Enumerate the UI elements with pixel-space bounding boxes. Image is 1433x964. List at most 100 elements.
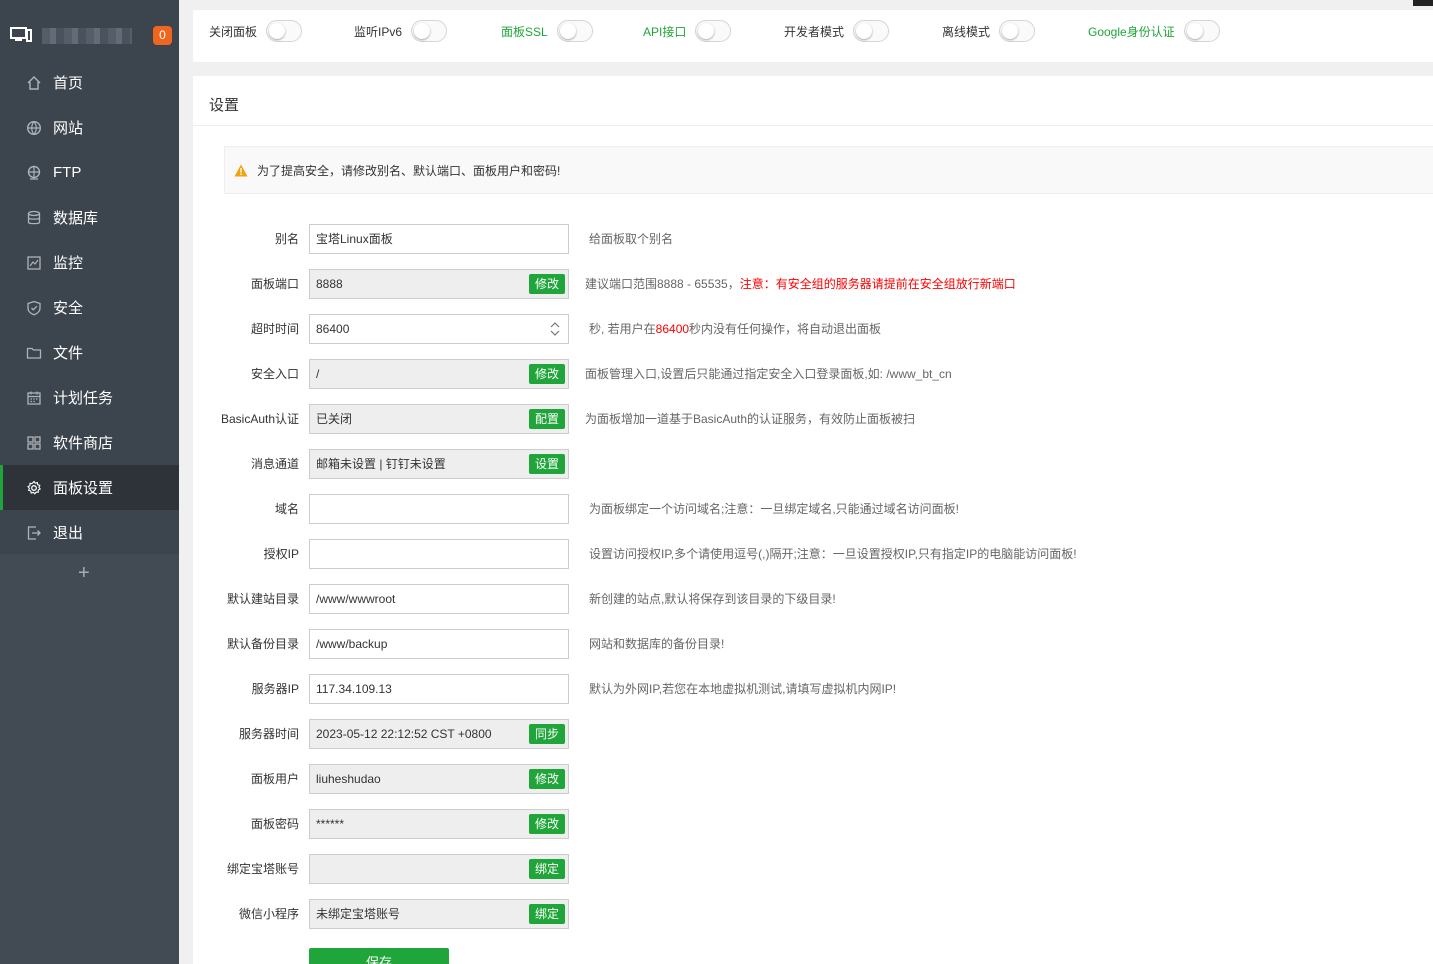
apps-icon [27,435,41,450]
setting-row-password: 面板密码 ****** 修改 [193,809,1433,839]
toggle-label: 关闭面板 [209,24,258,39]
toggle-close-panel[interactable]: 关闭面板 [209,20,303,42]
toggle-switch[interactable] [853,20,890,42]
page-title: 设置 [209,97,240,114]
setting-tip: 默认为外网IP,若您在本地虚拟机测试,请填写虚拟机内网IP! [589,682,897,696]
sidebar-item-home[interactable]: 首页 [0,60,179,105]
setting-label: 面板端口 [250,277,299,291]
toggle-switch[interactable] [266,20,303,42]
sidebar-bottom [0,554,179,964]
toggle-switch[interactable] [695,20,732,42]
toggle-label: Google身份认证 [1088,24,1175,39]
toggle-ssl[interactable]: 面板SSL [501,20,593,42]
setting-tip: 秒, 若用户在86400秒内没有任何操作，将自动退出面板 [589,314,881,344]
bind-account-button[interactable]: 绑定 [529,859,565,879]
toggle-switch[interactable] [999,20,1036,42]
setting-tip: 为面板绑定一个访问域名;注意：一旦绑定域名,只能通过域名访问面板! [589,502,960,516]
setting-label: 别名 [274,232,299,246]
setting-label: 默认建站目录 [226,592,299,606]
sidebar-item-label: FTP [53,164,82,181]
setting-tip: 给面板取个别名 [589,232,674,246]
setting-row-domain: 域名 为面板绑定一个访问域名;注意：一旦绑定域名,只能通过域名访问面板! [193,494,1433,524]
toggle-label: 监听IPv6 [354,24,403,39]
setting-label: 默认备份目录 [226,637,299,651]
toggle-switch[interactable] [556,20,593,42]
setting-row-wechat: 微信小程序 未绑定宝塔账号 绑定 [193,899,1433,929]
sidebar: 0 首页 网站 FTP 数据库 监控 安全 文件 计划任务 软件商店 面板设置 [0,0,179,964]
sidebar-item-logout[interactable]: 退出 [0,510,179,555]
setting-label: 绑定宝塔账号 [226,862,299,876]
setting-row-entry: 安全入口 / 修改 面板管理入口,设置后只能通过指定安全入口登录面板,如: /w… [193,359,1433,389]
sidebar-item-label: 计划任务 [53,390,114,407]
sidebar-item-cron[interactable]: 计划任务 [0,375,179,420]
setting-label: BasicAuth认证 [220,412,299,426]
sidebar-item-store[interactable]: 软件商店 [0,420,179,465]
shield-icon [27,300,41,315]
calendar-icon [27,391,41,405]
setting-row-message: 消息通道 邮箱未设置 | 钉钉未设置 设置 [193,449,1433,479]
sidebar-item-monitor[interactable]: 监控 [0,240,179,285]
toggle-label: 开发者模式 [784,24,845,39]
setting-row-site-dir: 默认建站目录 /www/wwwroot 新创建的站点,默认将保存到该目录的下级目… [193,584,1433,614]
sidebar-item-website[interactable]: 网站 [0,105,179,150]
monitor-chart-icon [27,255,41,270]
modify-port-button[interactable]: 修改 [529,274,565,294]
toggle-google-auth[interactable]: Google身份认证 [1088,20,1220,42]
toggle-dev-mode[interactable]: 开发者模式 [784,20,890,42]
alias-input[interactable]: 宝塔Linux面板 [309,224,569,254]
modify-user-button[interactable]: 修改 [529,769,565,789]
logout-icon [27,525,41,540]
setting-row-basicauth: BasicAuth认证 已关闭 配置 为面板增加一道基于BasicAuth的认证… [193,404,1433,434]
home-icon [27,75,41,90]
setting-label: 超时时间 [250,322,299,336]
config-basicauth-button[interactable]: 配置 [529,409,565,429]
toggle-ipv6[interactable]: 监听IPv6 [354,20,448,42]
warning-text: 为了提高安全，请修改别名、默认端口、面板用户和密码! [257,163,561,178]
toggle-api[interactable]: API接口 [643,20,732,42]
setting-tip: 建议端口范围8888 - 65535，注意：有安全组的服务器请提前在安全组放行新… [585,269,1016,299]
sidebar-item-label: 退出 [53,525,84,542]
setting-row-server-time: 服务器时间 2023-05-12 22:12:52 CST +0800 同步 [193,719,1433,749]
sidebar-item-label: 网站 [53,120,84,137]
toggle-bar: 关闭面板 监听IPv6 面板SSL API接口 开发者模式 离线模式 Googl… [193,10,1433,62]
bind-wechat-button[interactable]: 绑定 [529,904,565,924]
setting-row-timeout: 超时时间 86400 秒, 若用户在86400秒内没有任何操作，将自动退出面板 [193,314,1433,344]
setting-label: 服务器时间 [238,727,299,741]
toggle-label: API接口 [643,24,687,39]
save-button[interactable]: 保存 [309,948,449,964]
setting-tip: 网站和数据库的备份目录! [589,637,725,651]
modify-entry-button[interactable]: 修改 [529,364,565,384]
setting-label: 域名 [274,502,299,516]
sidebar-item-database[interactable]: 数据库 [0,195,179,240]
spinner-arrows-icon[interactable] [549,320,561,338]
modify-password-button[interactable]: 修改 [529,814,565,834]
toggle-label: 离线模式 [942,24,991,39]
site-dir-input[interactable]: /www/wwwroot [309,584,569,614]
auth-ip-input[interactable] [309,539,569,569]
setting-tip: 为面板增加一道基于BasicAuth的认证服务，有效防止面板被扫 [585,412,916,426]
add-shortcut-button[interactable]: + [78,562,90,585]
port-tip-text: 建议端口范围8888 - 65535， [585,277,740,291]
sync-time-button[interactable]: 同步 [529,724,565,744]
toggle-switch[interactable] [1183,20,1220,42]
backup-dir-input[interactable]: /www/backup [309,629,569,659]
setting-label: 消息通道 [250,457,299,471]
sidebar-item-security[interactable]: 安全 [0,285,179,330]
gear-icon [27,480,42,495]
server-ip-input[interactable]: 117.34.109.13 [309,674,569,704]
timeout-input[interactable]: 86400 [309,314,569,344]
toggle-switch[interactable] [411,20,448,42]
sidebar-item-panel-settings[interactable]: 面板设置 [0,465,179,510]
domain-input[interactable] [309,494,569,524]
sidebar-item-ftp[interactable]: FTP [0,150,179,195]
set-message-button[interactable]: 设置 [529,454,565,474]
setting-tip: 新创建的站点,默认将保存到该目录的下级目录! [589,592,836,606]
setting-label: 微信小程序 [238,907,299,921]
toggle-offline[interactable]: 离线模式 [942,20,1036,42]
notification-badge[interactable]: 0 [153,26,172,45]
database-icon [27,210,41,224]
folder-icon [26,347,42,359]
sidebar-item-label: 数据库 [53,210,99,227]
sidebar-item-files[interactable]: 文件 [0,330,179,375]
security-warning: 为了提高安全，请修改别名、默认端口、面板用户和密码! [224,146,1433,194]
